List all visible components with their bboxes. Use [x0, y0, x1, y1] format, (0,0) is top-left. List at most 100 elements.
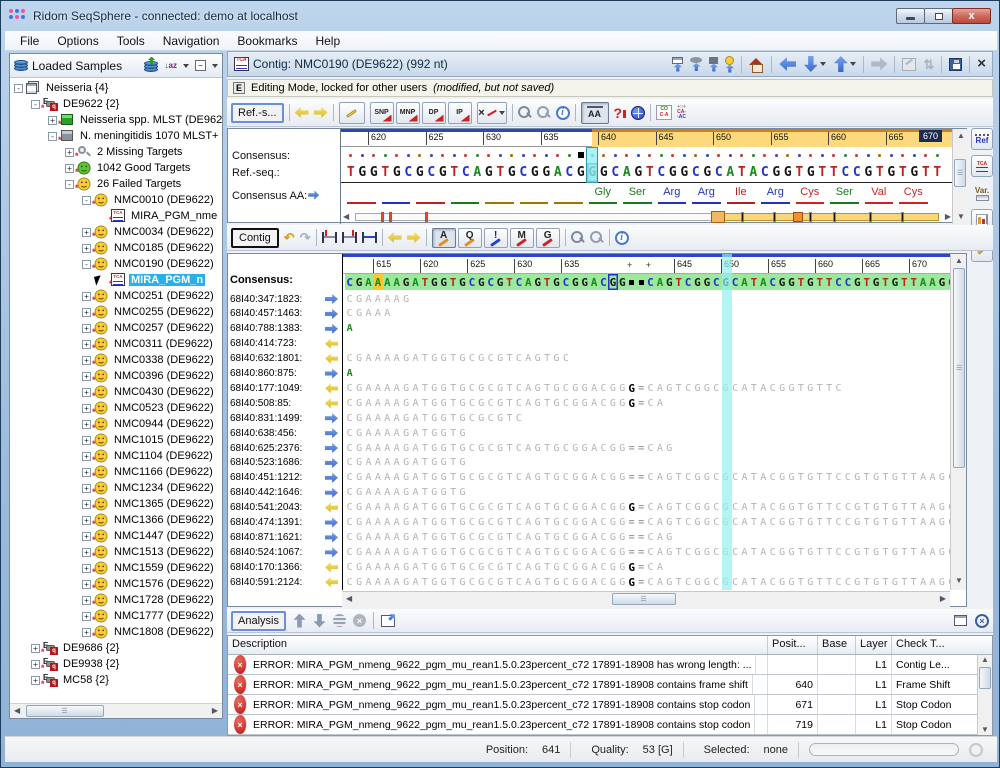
zoom-in-icon[interactable]	[518, 106, 532, 120]
read-label[interactable]: 68I40:632:1801:	[230, 352, 340, 366]
tool-q-button[interactable]: Q	[458, 228, 482, 248]
read-label[interactable]: 68I40:831:1499:	[230, 411, 340, 425]
read-row[interactable]: CGAAA	[343, 307, 950, 321]
read-label[interactable]: 68I40:177:1049:	[230, 381, 340, 395]
expand-icon[interactable]: +	[82, 516, 91, 525]
expand-icon[interactable]: +	[82, 500, 91, 509]
tool-g-button[interactable]: G	[536, 228, 560, 248]
tree-item-nmc1015-de9622[interactable]: +*NMC1015 (DE9622)	[10, 432, 222, 448]
tree-item-nmc1777-de9622[interactable]: +*NMC1777 (DE9622)	[10, 608, 222, 624]
codon-edit-icon[interactable]: COC-A	[656, 105, 672, 120]
trim-left-icon[interactable]	[322, 232, 337, 243]
aa-view-button[interactable]: AA	[581, 102, 609, 124]
tree-item-neisseria-spp-mlst-de962[interactable]: +*Neisseria spp. MLST (DE962	[10, 112, 222, 128]
next-problem-icon[interactable]	[803, 56, 826, 72]
scroll-up-icon[interactable]: ▲	[981, 655, 989, 664]
read-label[interactable]: 68I40:451:1212:	[230, 471, 340, 485]
tree-item-nmc1559-de9622[interactable]: +*NMC1559 (DE9622)	[10, 560, 222, 576]
expand-icon[interactable]: +	[65, 164, 74, 173]
scroll-up-icon[interactable]: ▲	[957, 131, 965, 140]
read-row[interactable]: CGAAAAGATGGTG	[343, 426, 950, 440]
ip-variant-button[interactable]: IP	[448, 102, 472, 124]
expand-icon[interactable]: +	[82, 404, 91, 413]
tool-a-button[interactable]: A	[432, 228, 456, 248]
mnp-variant-button[interactable]: MNP	[396, 102, 420, 124]
expand-icon[interactable]: +	[82, 436, 91, 445]
read-row[interactable]: CGAAAAGATGGTGCGCGTCAGTGCGGACGGG=CAGTCGGC…	[343, 575, 950, 589]
save-icon[interactable]	[949, 58, 962, 71]
analysis-row[interactable]: ×ERROR: MIRA_PGM_nmeng_9622_pgm_mu_rean1…	[228, 675, 992, 695]
read-row[interactable]: A	[343, 322, 950, 336]
alignment-vscrollbar[interactable]: ▲ ☰ ▼	[950, 254, 966, 590]
analysis-table-header[interactable]: DescriptionPosit...BaseLayerCheck T...	[228, 636, 992, 655]
collapse-dropdown-icon[interactable]	[212, 64, 218, 68]
assign-target-icon[interactable]	[709, 57, 718, 72]
tree-item-nmc0190-de9622[interactable]: -*NMC0190 (DE9622)	[10, 256, 222, 272]
prev-disc-icon[interactable]	[388, 232, 402, 244]
sort-icon[interactable]: ↓az	[165, 61, 177, 70]
translate-globe-icon[interactable]	[631, 106, 645, 120]
scroll-right-icon[interactable]: ▶	[212, 706, 218, 715]
tree-item-nmc1513-de9622[interactable]: +*NMC1513 (DE9622)	[10, 544, 222, 560]
tree-item-nmc0311-de9622[interactable]: +*NMC0311 (DE9622)	[10, 336, 222, 352]
read-row[interactable]: CGAAAAGATGGTGCGCGTCAGTGCGGACGG==CAGTCGGC…	[343, 545, 950, 559]
assign-table-icon[interactable]	[672, 57, 683, 72]
tree-item-2-missing-targets[interactable]: +*2 Missing Targets	[10, 144, 222, 160]
menu-tools[interactable]: Tools	[108, 32, 154, 50]
analysis-row[interactable]: ×ERROR: MIRA_PGM_nmeng_9622_pgm_mu_rean1…	[228, 655, 992, 675]
analysis-row[interactable]: ×ERROR: MIRA_PGM_nmeng_9622_pgm_mu_rean1…	[228, 695, 992, 715]
restore-button[interactable]	[924, 8, 953, 24]
expand-icon[interactable]: +	[82, 308, 91, 317]
read-label[interactable]: 68I40:591:2124:	[230, 575, 340, 589]
collapse-icon[interactable]: -	[48, 132, 57, 141]
tree-item-mc58-2[interactable]: +Eq*MC58 {2}	[10, 672, 222, 688]
read-row[interactable]: CGAAAAGATGGTGCGCGTCAGTGCGGACGGG=CAGTCGGC…	[343, 501, 950, 515]
read-row[interactable]: CGAAAAGATGGTGCGCGTCAGTGCGGACGG==CAGTCGGC…	[343, 516, 950, 530]
read-row[interactable]: CGAAAAGATGGTG	[343, 486, 950, 500]
tree-item-mira-pgm-nme[interactable]: TCA*MIRA_PGM_nme	[10, 208, 222, 224]
reference-sequence-row[interactable]: TGGTGCGCGTCAGTGCGGACGGGCAGTCGGCGCATACGGT…	[341, 163, 952, 183]
analysis-row[interactable]: ×ERROR: MIRA_PGM_nmeng_9622_pgm_mu_rean1…	[228, 715, 992, 735]
zoom-out-icon[interactable]	[537, 106, 551, 120]
expand-icon[interactable]: +	[82, 228, 91, 237]
collapse-icon[interactable]: -	[14, 84, 23, 93]
tree-item-nmc1728-de9622[interactable]: +*NMC1728 (DE9622)	[10, 592, 222, 608]
sort-dropdown-icon[interactable]	[183, 64, 189, 68]
read-label[interactable]: 68I40:442:1646:	[230, 486, 340, 500]
undo-icon[interactable]: ↶	[284, 231, 295, 244]
read-row[interactable]: CGAAAAGATGGTGCGCGTCAGTGCGGACGGG=CA	[343, 396, 950, 410]
expand-icon[interactable]: +	[82, 340, 91, 349]
forward-icon[interactable]	[871, 57, 887, 71]
scroll-left-icon[interactable]: ◀	[14, 706, 20, 715]
read-row[interactable]: CGAAAAGATGGTGCGCGTCAGTGCGGACGG==CAGTCGGC…	[343, 471, 950, 485]
menu-file[interactable]: File	[11, 32, 48, 50]
scroll-up-icon[interactable]: ▲	[955, 256, 963, 265]
move-down-icon[interactable]	[313, 614, 326, 628]
next-disc-icon[interactable]	[407, 232, 421, 244]
collapse-icon[interactable]: -	[31, 100, 40, 109]
read-label[interactable]: 68I40:414:723:	[230, 337, 340, 351]
expand-icon[interactable]: +	[48, 116, 57, 125]
read-label[interactable]: 68I40:871:1621:	[230, 530, 340, 544]
reads-area[interactable]: CGAAAAGCGAAAACGAAAAGATGGTGCGCGTCAGTGCACG…	[343, 292, 950, 590]
minimap-left-icon[interactable]: ◀	[343, 212, 349, 221]
expand-icon[interactable]: +	[82, 372, 91, 381]
tree-item-nmc0010-de9622[interactable]: -*NMC0010 (DE9622)	[10, 192, 222, 208]
read-label[interactable]: 68I40:523:1686:	[230, 456, 340, 470]
read-row[interactable]: CGAAAAGATGGTG	[343, 456, 950, 470]
detach-panel-icon[interactable]	[954, 615, 967, 626]
assign-sample-icon[interactable]	[725, 56, 734, 73]
tool-m-button[interactable]: M	[510, 228, 534, 248]
expand-icon[interactable]: +	[82, 292, 91, 301]
move-up-icon[interactable]	[293, 614, 306, 628]
tree-item-n-meningitidis-1070-mlst[interactable]: -*N. meningitidis 1070 MLST+	[10, 128, 222, 144]
prev-problem-icon[interactable]	[833, 56, 856, 72]
trim-right-icon[interactable]	[342, 232, 357, 243]
alignment-edit-icon[interactable]: +□+CA--AC	[677, 105, 686, 120]
quality-question-icon[interactable]: ?	[614, 105, 627, 121]
reference-minimap[interactable]: ◀▶	[341, 210, 952, 224]
read-row[interactable]: CGAAAAGATGGTGCGCGTCAGTGC	[343, 352, 950, 366]
expand-icon[interactable]: +	[82, 452, 91, 461]
menu-bookmarks[interactable]: Bookmarks	[228, 32, 306, 50]
dp-variant-button[interactable]: DP	[422, 102, 446, 124]
